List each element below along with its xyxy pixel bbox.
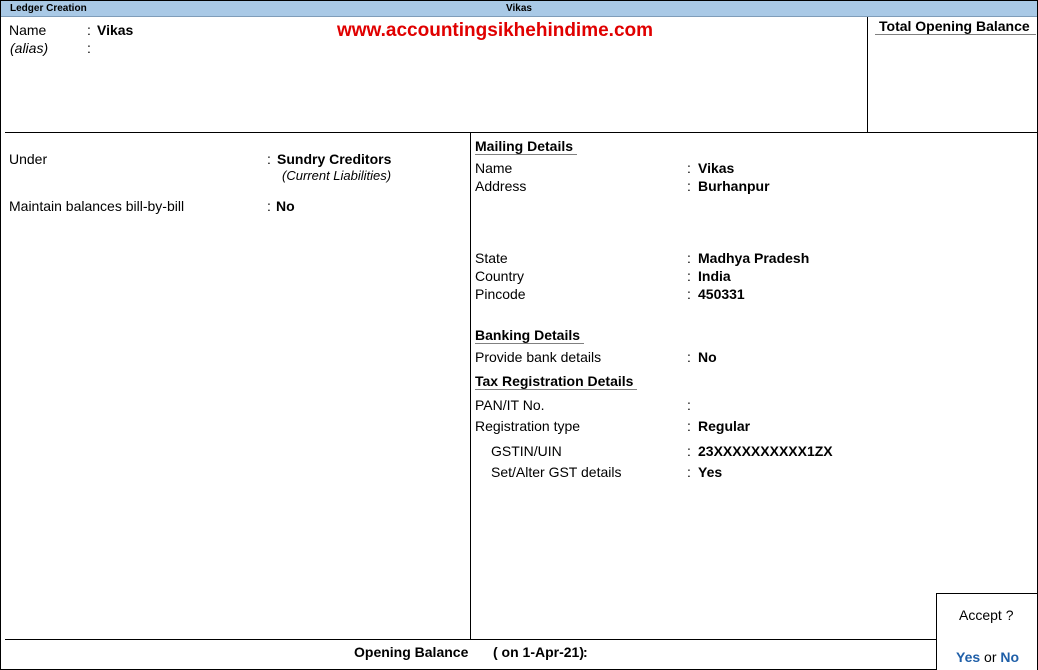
pan-colon: : <box>687 397 691 413</box>
total-opening-balance-label: Total Opening Balance <box>875 18 1036 35</box>
ledger-creation-window: Ledger Creation Vikas Name : Vikas (alia… <box>0 0 1038 670</box>
gstin-colon: : <box>687 443 691 459</box>
registration-type-colon: : <box>687 418 691 434</box>
billbybill-field[interactable]: No <box>276 198 295 214</box>
title-bar: Ledger Creation Vikas <box>1 1 1037 17</box>
opening-balance-colon: : <box>583 644 588 660</box>
address-field[interactable]: Burhanpur <box>698 178 770 194</box>
accept-or-text: or <box>984 649 997 665</box>
banking-details-heading: Banking Details <box>475 327 585 344</box>
mailing-name-label: Name <box>475 160 513 176</box>
accept-dialog: Accept ? Yes or No <box>936 593 1037 670</box>
address-label: Address <box>475 178 527 194</box>
alias-field[interactable] <box>97 40 317 57</box>
accept-no-button[interactable]: No <box>1000 649 1019 665</box>
watermark-url: www.accountingsikhehindime.com <box>337 20 654 41</box>
gstin-label: GSTIN/UIN <box>491 443 562 459</box>
gst-details-field[interactable]: Yes <box>698 464 722 480</box>
gst-details-colon: : <box>687 464 691 480</box>
country-field[interactable]: India <box>698 268 731 284</box>
provide-bank-details-field[interactable]: No <box>698 349 717 365</box>
billbybill-label: Maintain balances bill-by-bill <box>9 198 185 214</box>
registration-type-field[interactable]: Regular <box>698 418 750 434</box>
state-colon: : <box>687 250 691 266</box>
under-group-note: (Current Liabilities) <box>282 168 392 183</box>
alias-colon: : <box>87 40 91 56</box>
country-colon: : <box>687 268 691 284</box>
provide-bank-details-label: Provide bank details <box>475 349 602 365</box>
accept-options: Yes or No <box>956 649 1019 665</box>
under-field[interactable]: Sundry Creditors <box>277 151 391 167</box>
gstin-field[interactable]: 23XXXXXXXXXX1ZX <box>698 443 833 459</box>
ledger-title: Vikas <box>506 3 532 14</box>
registration-type-label: Registration type <box>475 418 581 434</box>
country-label: Country <box>475 268 525 284</box>
tax-registration-heading: Tax Registration Details <box>475 373 638 390</box>
opening-balance-label: Opening Balance <box>354 644 469 660</box>
under-label: Under <box>9 151 48 167</box>
pincode-field[interactable]: 450331 <box>698 286 745 302</box>
alias-label: (alias) <box>10 40 49 56</box>
state-field[interactable]: Madhya Pradesh <box>698 250 809 266</box>
header-separator <box>5 132 1037 133</box>
column-divider <box>470 133 471 639</box>
address-colon: : <box>687 178 691 194</box>
pincode-colon: : <box>687 286 691 302</box>
gst-details-label: Set/Alter GST details <box>491 464 622 480</box>
provide-bank-details-colon: : <box>687 349 691 365</box>
state-label: State <box>475 250 508 266</box>
name-field[interactable]: Vikas <box>97 22 133 38</box>
pan-label: PAN/IT No. <box>475 397 545 413</box>
accept-question: Accept ? <box>959 607 1014 623</box>
name-label: Name <box>9 22 47 38</box>
name-colon: : <box>87 22 91 38</box>
accept-yes-button[interactable]: Yes <box>956 649 980 665</box>
under-colon: : <box>267 151 271 167</box>
footer-separator <box>5 639 936 640</box>
mailing-name-field[interactable]: Vikas <box>698 160 734 176</box>
opening-balance-field[interactable] <box>597 644 797 661</box>
opening-balance-date: ( on 1-Apr-21) <box>493 644 584 660</box>
billbybill-colon: : <box>267 198 271 214</box>
mailing-name-colon: : <box>687 160 691 176</box>
header-divider <box>867 17 868 132</box>
pan-field[interactable] <box>698 397 898 414</box>
pincode-label: Pincode <box>475 286 526 302</box>
mailing-details-heading: Mailing Details <box>475 138 578 155</box>
